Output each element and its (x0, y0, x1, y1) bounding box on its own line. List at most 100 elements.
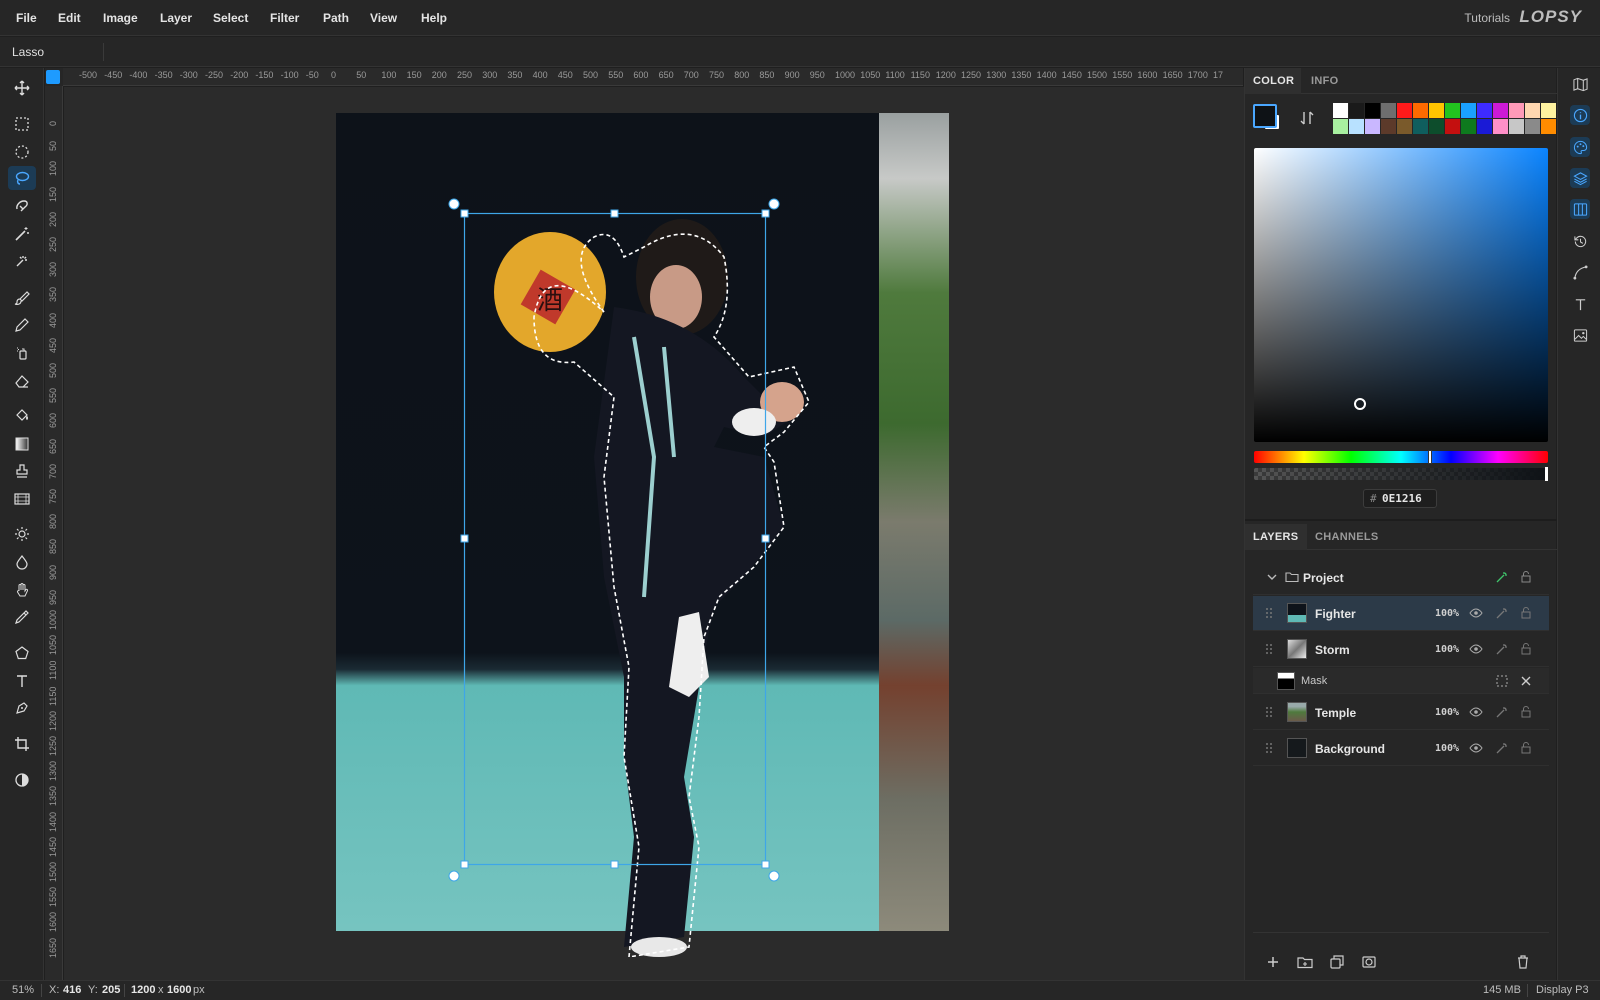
drag-handle-icon[interactable] (1265, 706, 1273, 718)
palette-swatch[interactable] (1493, 119, 1508, 134)
effects-icon[interactable] (1495, 705, 1509, 719)
lock-icon[interactable] (1519, 606, 1533, 620)
layer-group-name[interactable]: Project (1303, 571, 1344, 585)
layer-row[interactable]: Background 100% (1253, 731, 1549, 766)
tab-color[interactable]: COLOR (1253, 75, 1294, 87)
tab-info[interactable]: INFO (1311, 75, 1338, 87)
layer-opacity[interactable]: 100% (1435, 644, 1459, 655)
dodge-tool[interactable] (8, 522, 36, 546)
menu-path[interactable]: Path (323, 11, 349, 25)
layer-name[interactable]: Background (1315, 742, 1385, 756)
drag-handle-icon[interactable] (1265, 742, 1273, 754)
layer-row[interactable]: Fighter 100% (1253, 596, 1549, 631)
hex-input[interactable]: # 0E1216 (1363, 489, 1437, 508)
palette-swatch[interactable] (1445, 119, 1460, 134)
transform-box[interactable] (64, 87, 1244, 980)
hex-value[interactable]: 0E1216 (1382, 492, 1422, 505)
palette-swatch[interactable] (1413, 103, 1428, 118)
eye-icon[interactable] (1469, 705, 1483, 719)
palette-swatch[interactable] (1349, 103, 1364, 118)
effects-icon[interactable] (1495, 606, 1509, 620)
palette-swatch[interactable] (1541, 103, 1556, 118)
crop-tool[interactable] (8, 732, 36, 756)
hue-slider[interactable] (1254, 450, 1548, 464)
palette-swatch[interactable] (1509, 119, 1524, 134)
palette-swatch[interactable] (1525, 119, 1540, 134)
add-mask-icon[interactable] (1361, 954, 1377, 970)
duplicate-icon[interactable] (1329, 954, 1345, 970)
dock-channels[interactable] (1570, 199, 1590, 219)
pen-tool[interactable] (8, 696, 36, 720)
gradient-tool[interactable] (8, 432, 36, 456)
menu-filter[interactable]: Filter (270, 11, 299, 25)
eye-icon[interactable] (1469, 642, 1483, 656)
hue-slider-handle[interactable] (1428, 450, 1433, 464)
magnetic-lasso-tool[interactable] (8, 194, 36, 218)
dock-image[interactable] (1570, 325, 1590, 345)
drag-handle-icon[interactable] (1265, 643, 1273, 655)
tab-channels[interactable]: CHANNELS (1315, 531, 1379, 543)
palette-swatch[interactable] (1429, 103, 1444, 118)
effects-icon[interactable] (1495, 570, 1509, 584)
foreground-color-swatch[interactable] (1253, 104, 1277, 128)
rect-select-tool[interactable] (8, 112, 36, 136)
palette-swatch[interactable] (1525, 103, 1540, 118)
add-layer-icon[interactable] (1265, 954, 1281, 970)
pattern-tool[interactable] (8, 487, 36, 511)
palette-swatch[interactable] (1333, 103, 1348, 118)
layer-row[interactable]: Temple 100% (1253, 695, 1549, 730)
layer-opacity[interactable]: 100% (1435, 743, 1459, 754)
layer-opacity[interactable]: 100% (1435, 608, 1459, 619)
palette-swatch[interactable] (1413, 119, 1428, 134)
chevron-down-icon[interactable] (1265, 570, 1279, 584)
tutorials-link[interactable]: Tutorials (1464, 11, 1510, 25)
palette-swatch[interactable] (1509, 103, 1524, 118)
mask-row[interactable]: Mask (1253, 668, 1549, 694)
alpha-slider[interactable] (1254, 467, 1548, 481)
palette-swatch[interactable] (1477, 103, 1492, 118)
ruler-left[interactable]: 0 50 100 150 200 250 300 350 400 450 500 550 600 650 7… (45, 86, 63, 980)
lock-icon[interactable] (1519, 570, 1533, 584)
layer-name[interactable]: Fighter (1315, 607, 1356, 621)
layer-opacity[interactable]: 100% (1435, 707, 1459, 718)
zoom-level[interactable]: 51% (12, 984, 34, 996)
menu-image[interactable]: Image (103, 11, 138, 25)
menu-view[interactable]: View (370, 11, 397, 25)
menu-layer[interactable]: Layer (160, 11, 192, 25)
dock-color[interactable] (1570, 137, 1590, 157)
mask-name[interactable]: Mask (1301, 675, 1327, 687)
new-folder-icon[interactable] (1297, 954, 1313, 970)
move-tool[interactable] (8, 76, 36, 100)
layer-name[interactable]: Temple (1315, 706, 1356, 720)
ellipse-select-tool[interactable] (8, 140, 36, 164)
dock-paths[interactable] (1570, 262, 1590, 282)
palette-swatch[interactable] (1461, 119, 1476, 134)
magic-wand-tool[interactable] (8, 222, 36, 246)
shape-tool[interactable] (8, 641, 36, 665)
eye-icon[interactable] (1469, 741, 1483, 755)
dock-history[interactable] (1570, 231, 1590, 251)
color-profile[interactable]: Display P3 (1536, 984, 1589, 996)
eye-icon[interactable] (1469, 606, 1483, 620)
menu-select[interactable]: Select (213, 11, 248, 25)
lock-icon[interactable] (1519, 741, 1533, 755)
text-tool[interactable] (8, 669, 36, 693)
palette-swatch[interactable] (1477, 119, 1492, 134)
canvas-area[interactable]: 酒 (64, 87, 1244, 980)
dock-layers[interactable] (1570, 168, 1590, 188)
dock-character[interactable] (1570, 294, 1590, 314)
lock-icon[interactable] (1519, 642, 1533, 656)
palette-swatch[interactable] (1541, 119, 1556, 134)
hand-tool[interactable] (8, 578, 36, 602)
tab-layers[interactable]: LAYERS (1253, 531, 1298, 543)
brush-tool[interactable] (8, 286, 36, 310)
menu-file[interactable]: File (16, 11, 37, 25)
dock-navigator[interactable] (1570, 74, 1590, 94)
eraser-tool[interactable] (8, 369, 36, 393)
trash-icon[interactable] (1515, 954, 1531, 970)
dock-info[interactable] (1570, 105, 1590, 125)
layer-name[interactable]: Storm (1315, 643, 1350, 657)
palette-swatch[interactable] (1461, 103, 1476, 118)
stamp-tool[interactable] (8, 459, 36, 483)
palette-swatch[interactable] (1493, 103, 1508, 118)
